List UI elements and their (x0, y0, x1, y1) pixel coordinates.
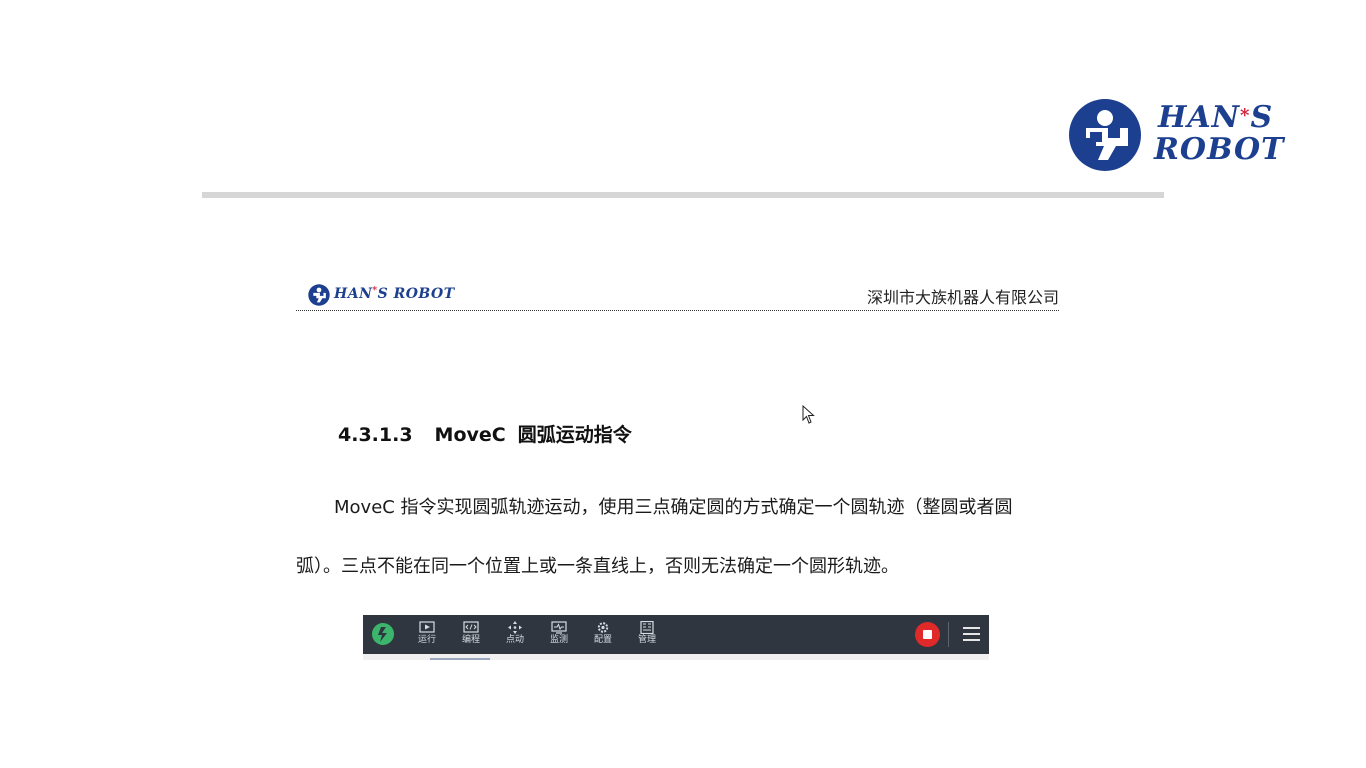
monitor-icon (551, 621, 567, 634)
toolbar-label: 运行 (417, 635, 436, 645)
header-logo-text: HAN*S ROBOT (334, 286, 455, 302)
hans-robot-logo: HAN*S ROBOT (1068, 98, 1283, 174)
toolbar-monitor-button[interactable]: 监测 (544, 621, 574, 646)
section-title: 圆弧运动指令 (517, 424, 632, 446)
logo-wordmark: HAN*S ROBOT (1154, 100, 1285, 167)
move-icon (508, 621, 522, 634)
gear-icon (597, 622, 609, 633)
toolbar-manage-button[interactable]: 管理 (632, 621, 662, 646)
active-tab-indicator (430, 658, 490, 660)
toolbar-config-button[interactable]: 配置 (588, 621, 618, 646)
toolbar-run-button[interactable]: 运行 (412, 621, 442, 646)
code-icon (463, 621, 479, 633)
robot-app-toolbar: 运行 编程 点动 监测 配置 管理 (363, 615, 989, 654)
manage-icon (640, 621, 654, 634)
document-header: HAN*S ROBOT 深圳市大族机器人有限公司 (296, 282, 1059, 311)
slide-divider (202, 192, 1164, 198)
company-name: 深圳市大族机器人有限公司 (866, 288, 1059, 307)
hans-logo-icon (1069, 99, 1141, 171)
toolbar-label: 配置 (593, 635, 612, 645)
section-heading: 4.3.1.3 MoveC 圆弧运动指令 (338, 420, 632, 447)
toolbar-label: 监测 (549, 635, 568, 645)
hamburger-menu-icon[interactable] (963, 627, 980, 642)
app-logo-icon (372, 623, 394, 645)
toolbar-label: 管理 (637, 635, 656, 645)
section-number: 4.3.1.3 (338, 424, 413, 446)
mouse-cursor-icon (802, 405, 815, 424)
toolbar-program-button[interactable]: 编程 (456, 621, 486, 646)
toolbar-label: 点动 (505, 635, 524, 645)
play-icon (419, 621, 435, 633)
paragraph-line-1: MoveC 指令实现圆弧轨迹运动，使用三点确定圆的方式确定一个圆轨迹（整圆或者圆 (334, 497, 1013, 518)
section-command: MoveC (434, 424, 506, 446)
toolbar-jog-button[interactable]: 点动 (500, 621, 530, 646)
toolbar-divider (948, 622, 949, 647)
stop-button[interactable] (915, 622, 940, 647)
hans-logo-icon (308, 284, 330, 306)
paragraph-line-2: 弧）。三点不能在同一个位置上或一条直线上，否则无法确定一个圆形轨迹。 (296, 556, 899, 577)
toolbar-label: 编程 (461, 635, 480, 645)
